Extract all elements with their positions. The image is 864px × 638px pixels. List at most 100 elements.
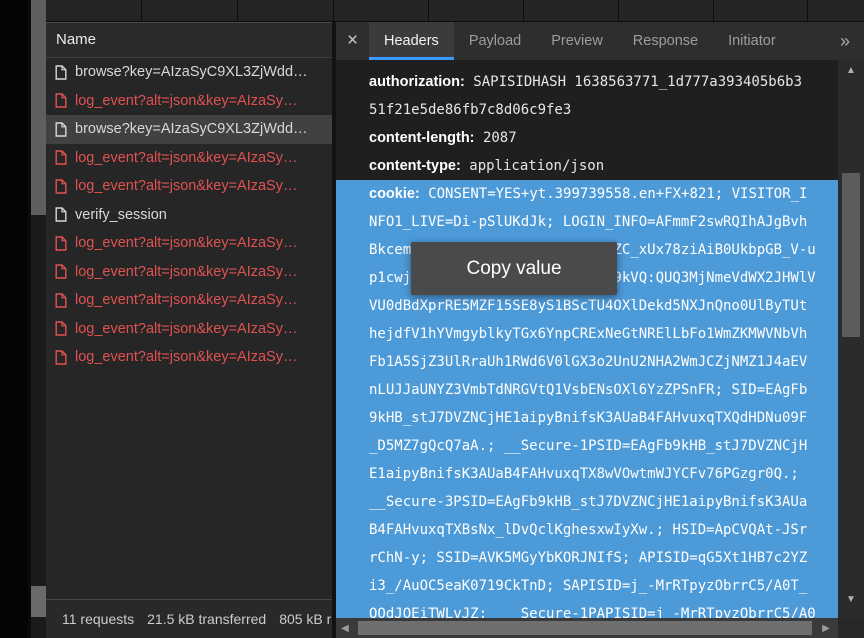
headers-body: authorization: SAPISIDHASH 1638563771_1d… <box>336 60 864 618</box>
tab-strip: HeadersPayloadPreviewResponseInitiator <box>369 22 791 60</box>
more-tabs-icon[interactable]: » <box>826 22 864 60</box>
request-count: 11 requests <box>62 611 134 627</box>
scrollbar-corner <box>838 618 864 638</box>
window-scrollbar[interactable] <box>28 0 46 638</box>
header-line: cookie: CONSENT=YES+yt.399739558.en+FX+8… <box>336 180 838 208</box>
header-line: rChN-y; SSID=AVK5MGyYbKORJNIfS; APISID=q… <box>336 544 838 572</box>
top-header-cell <box>142 0 238 21</box>
page-background <box>0 0 28 638</box>
network-request-row[interactable]: log_event?alt=json&key=AIzaSy… <box>46 315 332 344</box>
name-column-header[interactable]: Name <box>46 23 332 58</box>
top-header-cell <box>238 0 334 21</box>
tab-headers[interactable]: Headers <box>369 22 454 60</box>
top-header-cell <box>619 0 714 21</box>
transferred-size: 21.5 kB transferred <box>147 611 266 627</box>
document-icon <box>55 122 67 137</box>
scroll-down-icon[interactable]: ▼ <box>838 593 864 607</box>
header-name: content-length: <box>369 130 475 146</box>
header-line: 51f21e5de86fb7c8d06c9fe3 <box>336 96 838 124</box>
scroll-up-icon[interactable]: ▲ <box>838 64 864 78</box>
general-headers: authorization: SAPISIDHASH 1638563771_1d… <box>336 60 838 180</box>
header-line: _D5MZ7gQcQ7aA.; __Secure-1PSID=EAgFb9kHB… <box>336 432 838 460</box>
window-scrollbar-thumb[interactable] <box>31 0 46 215</box>
network-panel: Name browse?key=AIzaSyC9XL3ZjWdd… log_eve… <box>46 0 864 638</box>
headers-content: authorization: SAPISIDHASH 1638563771_1d… <box>336 60 838 618</box>
network-status-bar: 11 requests 21.5 kB transferred 805 kB r… <box>46 599 332 638</box>
header-line: authorization: SAPISIDHASH 1638563771_1d… <box>336 68 838 96</box>
copy-value-menu-item[interactable]: Copy value <box>411 242 617 295</box>
network-request-row[interactable]: browse?key=AIzaSyC9XL3ZjWdd… <box>46 58 332 87</box>
network-request-row[interactable]: log_event?alt=json&key=AIzaSy… <box>46 172 332 201</box>
request-name: log_event?alt=json&key=AIzaSy… <box>75 321 297 337</box>
horizontal-scrollbar[interactable]: ◀ ▶ <box>336 618 838 638</box>
document-icon <box>55 350 67 365</box>
document-icon <box>55 93 67 108</box>
header-line: 9kHB_stJ7DVZNCjHE1aipyBnifsK3AUaB4FAHvux… <box>336 404 838 432</box>
details-tab-bar: × HeadersPayloadPreviewResponseInitiator… <box>336 22 864 60</box>
vertical-scrollbar[interactable]: ▲ ▼ <box>838 60 864 618</box>
document-icon <box>55 236 67 251</box>
header-name: content-type: <box>369 158 461 174</box>
document-icon <box>55 207 67 222</box>
request-details-panel: × HeadersPayloadPreviewResponseInitiator… <box>336 22 864 638</box>
document-icon <box>55 293 67 308</box>
tab-initiator[interactable]: Initiator <box>713 22 791 60</box>
resources-size: 805 kB resources <box>279 611 332 627</box>
top-header-cell <box>808 0 864 21</box>
header-line: E1aipyBnifsK3AUaB4FAHvuxqTX8wVOwtmWJYCFv… <box>336 460 838 488</box>
request-name: browse?key=AIzaSyC9XL3ZjWdd… <box>75 121 308 137</box>
network-request-row[interactable]: browse?key=AIzaSyC9XL3ZjWdd… <box>46 115 332 144</box>
top-header-strip <box>46 0 864 22</box>
header-line: B4FAHvuxqTXBsNx_lDvQclKghesxwIyXw.; HSID… <box>336 516 838 544</box>
network-request-row[interactable]: verify_session <box>46 201 332 230</box>
window-scrollbar-segment[interactable] <box>31 586 46 617</box>
document-icon <box>55 264 67 279</box>
request-name: verify_session <box>75 207 167 223</box>
request-name: log_event?alt=json&key=AIzaSy… <box>75 235 297 251</box>
document-icon <box>55 179 67 194</box>
header-line: NFO1_LIVE=Di-pSlUKdJk; LOGIN_INFO=AFmmF2… <box>336 208 838 236</box>
request-name: log_event?alt=json&key=AIzaSy… <box>75 150 297 166</box>
close-icon[interactable]: × <box>336 22 369 60</box>
top-header-cell <box>429 0 524 21</box>
top-header-cell <box>524 0 619 21</box>
devtools-window: Name browse?key=AIzaSyC9XL3ZjWdd… log_eve… <box>0 0 864 638</box>
network-request-row[interactable]: log_event?alt=json&key=AIzaSy… <box>46 144 332 173</box>
request-name: log_event?alt=json&key=AIzaSy… <box>75 349 297 365</box>
header-line: QOdJQEiTWLvJZ; __Secure-1PAPISID=j_-MrRT… <box>336 600 838 618</box>
scroll-right-icon[interactable]: ▶ <box>818 618 834 638</box>
top-header-cell <box>714 0 808 21</box>
header-line: Fb1A5SjZ3UlRraUh1RWd6V0lGX3o2UnU2NHA2WmJ… <box>336 348 838 376</box>
request-name: browse?key=AIzaSyC9XL3ZjWdd… <box>75 64 308 80</box>
network-request-row[interactable]: log_event?alt=json&key=AIzaSy… <box>46 258 332 287</box>
request-list-empty-area <box>46 372 332 600</box>
network-request-row[interactable]: log_event?alt=json&key=AIzaSy… <box>46 286 332 315</box>
request-list: browse?key=AIzaSyC9XL3ZjWdd… log_event?al… <box>46 58 332 372</box>
header-line: nLUJJaUNYZ3VmbTdNRGVtQ1VsbENsOXl6YzZPSnF… <box>336 376 838 404</box>
header-line: VU0dBdXprRE5MZF15SE8yS1BScTU4OXlDekd5NXJ… <box>336 292 838 320</box>
tab-preview[interactable]: Preview <box>536 22 618 60</box>
document-icon <box>55 321 67 336</box>
horizontal-scrollbar-thumb[interactable] <box>358 621 812 635</box>
top-header-cell <box>46 0 142 21</box>
tab-payload[interactable]: Payload <box>454 22 536 60</box>
scroll-left-icon[interactable]: ◀ <box>337 618 353 638</box>
header-line: content-type: application/json <box>336 152 838 180</box>
network-request-row[interactable]: log_event?alt=json&key=AIzaSy… <box>46 343 332 372</box>
tab-response[interactable]: Response <box>618 22 713 60</box>
header-line: content-length: 2087 <box>336 124 838 152</box>
network-request-row[interactable]: log_event?alt=json&key=AIzaSy… <box>46 229 332 258</box>
request-name: log_event?alt=json&key=AIzaSy… <box>75 292 297 308</box>
request-name: log_event?alt=json&key=AIzaSy… <box>75 178 297 194</box>
request-list-panel: Name browse?key=AIzaSyC9XL3ZjWdd… log_eve… <box>46 22 332 638</box>
network-request-row[interactable]: log_event?alt=json&key=AIzaSy… <box>46 87 332 116</box>
document-icon <box>55 150 67 165</box>
document-icon <box>55 65 67 80</box>
request-name: log_event?alt=json&key=AIzaSy… <box>75 264 297 280</box>
header-line: i3_/AuOC5eaK0719CkTnD; SAPISID=j_-MrRTpy… <box>336 572 838 600</box>
header-line: __Secure-3PSID=EAgFb9kHB_stJ7DVZNCjHE1ai… <box>336 488 838 516</box>
header-name: cookie: <box>369 186 420 202</box>
vertical-scrollbar-thumb[interactable] <box>842 173 860 337</box>
header-line: hejdfV1hYVmgyblkyTGx6YnpCRExNeGtNRElLbFo… <box>336 320 838 348</box>
horizontal-scrollbar-row: ◀ ▶ <box>336 618 864 638</box>
